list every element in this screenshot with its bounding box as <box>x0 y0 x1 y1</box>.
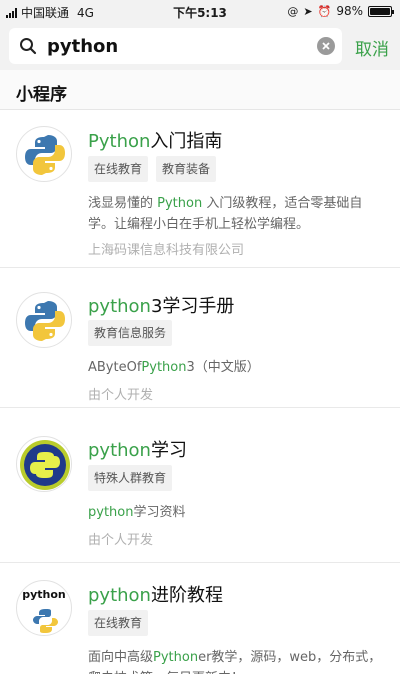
status-bar: 中国联通 4G 下午5:13 @ ➤ ⏰ 98% <box>0 0 400 22</box>
tag: 特殊人群教育 <box>88 465 173 491</box>
tag-list: 特殊人群教育 <box>88 465 173 491</box>
lock-rotation-icon: @ <box>287 4 299 18</box>
alarm-icon: ⏰ <box>317 4 332 18</box>
result-description: AByteOfPython3（中文版） <box>88 357 383 378</box>
title-rest: 学习 <box>150 440 187 461</box>
developer-label: 由个人开发 <box>88 533 154 548</box>
tag: 教育装备 <box>156 156 217 182</box>
python-text-logo-icon: python <box>16 580 72 636</box>
tag-list: 教育信息服务 <box>88 320 173 346</box>
developer-label: 上海码课信息科技有限公司 <box>88 243 245 258</box>
title-rest: 入门指南 <box>150 131 223 152</box>
result-item[interactable]: python学习 特殊人群教育 python学习资料 由个人开发 <box>0 408 400 563</box>
title-highlight: Python <box>88 131 151 152</box>
desc-highlight: python <box>88 505 134 520</box>
desc-text: 学习资料 <box>133 505 186 520</box>
desc-highlight: Python <box>157 196 203 211</box>
battery-icon <box>368 5 394 17</box>
result-item[interactable]: python python进阶教程 在线教育 面向中高级Pythoner教学，源… <box>0 563 400 674</box>
desc-text: 面向中高级 <box>88 650 154 665</box>
status-right: @ ➤ ⏰ 98% <box>287 4 394 18</box>
section-header: 小程序 <box>0 70 400 110</box>
title-highlight: python <box>88 585 151 606</box>
search-box[interactable] <box>9 28 342 64</box>
result-item[interactable]: python3学习手册 教育信息服务 AByteOfPython3（中文版） 由… <box>0 268 400 408</box>
result-title[interactable]: Python入门指南 <box>88 127 222 153</box>
battery-percent: 98% <box>336 4 363 18</box>
tag-list: 在线教育 教育装备 <box>88 156 217 182</box>
location-icon: ➤ <box>303 4 313 18</box>
tag: 在线教育 <box>88 610 149 636</box>
tag-list: 在线教育 <box>88 610 149 636</box>
desc-text: AByteOf <box>88 360 142 375</box>
search-header: 取消 <box>0 22 400 70</box>
developer-label: 由个人开发 <box>88 388 154 403</box>
battery-fill <box>370 7 390 15</box>
section-title: 小程序 <box>16 85 67 105</box>
result-title[interactable]: python3学习手册 <box>88 292 234 318</box>
python-logo-icon <box>16 292 72 348</box>
result-title[interactable]: python进阶教程 <box>88 581 223 607</box>
python-logo-icon <box>16 126 72 182</box>
result-title[interactable]: python学习 <box>88 436 187 462</box>
desc-highlight: Python <box>153 650 199 665</box>
title-highlight: python <box>88 296 151 317</box>
cancel-button[interactable]: 取消 <box>355 35 389 60</box>
title-highlight: python <box>88 440 151 461</box>
clear-icon[interactable] <box>317 37 335 55</box>
result-description: 面向中高级Pythoner教学，源码，web，分布式，爬虫技术等，每日更新中！ <box>88 647 383 674</box>
result-item[interactable]: Python入门指南 在线教育 教育装备 浅显易懂的 Python 入门级教程，… <box>0 111 400 268</box>
tag: 在线教育 <box>88 156 149 182</box>
title-rest: 进阶教程 <box>150 585 223 606</box>
tag: 教育信息服务 <box>88 320 173 346</box>
result-description: python学习资料 <box>88 502 383 523</box>
desc-highlight: Python <box>141 360 187 375</box>
python-badge-icon <box>16 436 72 492</box>
search-input[interactable] <box>47 34 307 58</box>
desc-text: 3（中文版） <box>186 360 260 375</box>
search-icon <box>20 38 37 55</box>
desc-text: 浅显易懂的 <box>88 196 158 211</box>
result-description: 浅显易懂的 Python 入门级教程，适合零基础自学。让编程小白在手机上轻松学编… <box>88 193 383 235</box>
title-rest: 3学习手册 <box>150 296 235 317</box>
